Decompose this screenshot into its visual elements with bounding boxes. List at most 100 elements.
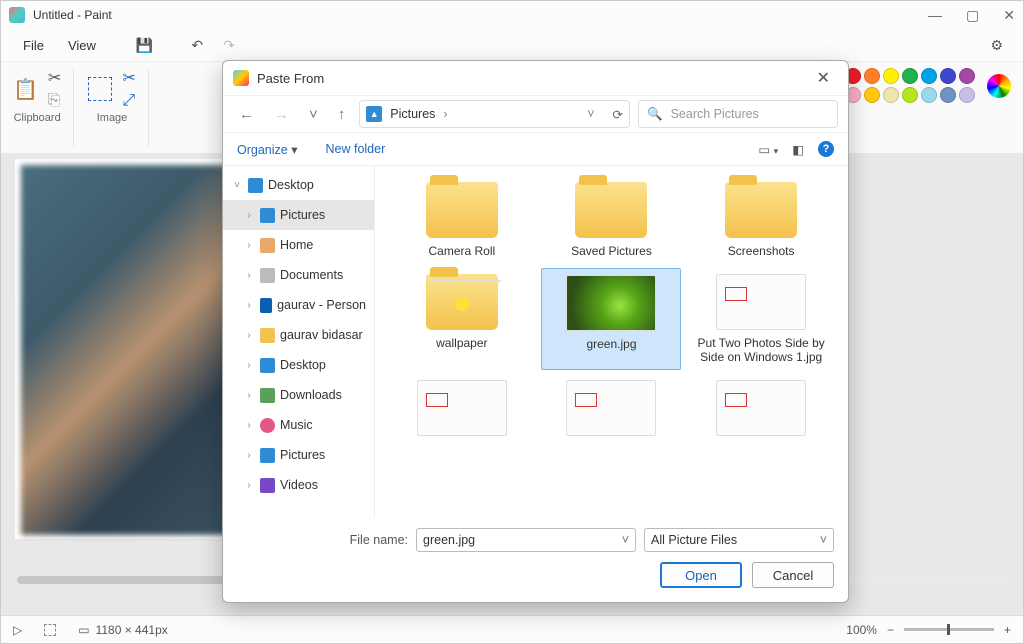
tree-item[interactable]: ›Pictures	[223, 440, 374, 470]
copy-icon[interactable]: ⎘	[48, 92, 61, 110]
menu-file[interactable]: File	[13, 34, 54, 57]
breadcrumb-location: Pictures	[390, 107, 435, 121]
folder-icon	[426, 182, 498, 238]
file-item[interactable]: Camera Roll	[392, 176, 532, 264]
tree-item[interactable]: ˅ Desktop	[223, 170, 374, 200]
file-item[interactable]	[392, 374, 532, 448]
color-wheel-icon[interactable]	[987, 74, 1011, 98]
paste-from-dialog: Paste From ✕ ← → ˅ ↑ ▲ Pictures › ˅ ⟳ 🔍 …	[222, 60, 849, 603]
file-item[interactable]: green.jpg	[541, 268, 681, 370]
refresh-icon[interactable]: ⟳	[613, 107, 623, 122]
tree-item[interactable]: ›Music	[223, 410, 374, 440]
pictures-location-icon: ▲	[366, 106, 382, 122]
new-folder-button[interactable]: New folder	[326, 142, 386, 156]
cut-icon[interactable]: ✂	[48, 68, 61, 88]
filename-label: File name:	[350, 533, 408, 547]
save-icon[interactable]: 💾	[128, 33, 161, 58]
help-icon[interactable]: ?	[818, 141, 834, 157]
minimize-icon[interactable]: —	[928, 7, 942, 24]
search-icon: 🔍	[647, 107, 663, 122]
folder-icon	[260, 448, 275, 463]
tree-item[interactable]: ›Home	[223, 230, 374, 260]
color-swatch[interactable]	[959, 87, 975, 103]
color-swatch[interactable]	[883, 68, 899, 84]
tree-item[interactable]: ›Downloads	[223, 380, 374, 410]
chevron-icon: ›	[243, 360, 255, 371]
search-input[interactable]: 🔍 Search Pictures	[638, 100, 838, 128]
zoom-slider[interactable]	[904, 628, 994, 631]
folder-icon	[260, 268, 275, 283]
color-swatch[interactable]	[921, 87, 937, 103]
color-swatch[interactable]	[959, 68, 975, 84]
cursor-tool-icon: ▷	[13, 623, 22, 637]
title-bar: Untitled - Paint — ▢ ✕	[1, 1, 1023, 29]
tree-item[interactable]: › Desktop	[223, 350, 374, 380]
settings-icon[interactable]: ⚙	[982, 33, 1011, 58]
tree-item[interactable]: ›Videos	[223, 470, 374, 500]
nav-back-icon[interactable]: ←	[233, 102, 260, 127]
undo-icon[interactable]: ↶	[183, 33, 211, 58]
file-label: green.jpg	[586, 337, 636, 351]
open-button[interactable]: Open	[660, 562, 742, 588]
tree-item-label: Documents	[280, 268, 343, 282]
select-icon[interactable]	[88, 77, 112, 101]
file-item[interactable]	[691, 374, 831, 448]
file-item[interactable]: Screenshots	[691, 176, 831, 264]
color-swatch[interactable]	[902, 68, 918, 84]
tree-item-label: Desktop	[268, 178, 314, 192]
dialog-nav: ← → ˅ ↑ ▲ Pictures › ˅ ⟳ 🔍 Search Pictur…	[223, 95, 848, 133]
nav-forward-icon[interactable]: →	[268, 102, 295, 127]
view-mode-button[interactable]: ▭ ▾	[758, 142, 778, 157]
chevron-icon: ˅	[231, 180, 243, 191]
maximize-icon[interactable]: ▢	[966, 7, 979, 24]
dialog-close-button[interactable]: ✕	[809, 66, 838, 90]
folder-icon	[725, 182, 797, 238]
breadcrumb-dropdown-icon[interactable]: ˅	[587, 107, 594, 121]
color-swatch[interactable]	[902, 87, 918, 103]
crop-icon[interactable]: ✂	[122, 68, 135, 88]
color-swatch[interactable]	[940, 87, 956, 103]
tree-item-label: Downloads	[280, 388, 342, 402]
redo-icon[interactable]: ↷	[215, 33, 243, 58]
file-item[interactable]: wallpaper	[392, 268, 532, 370]
ribbon-clipboard: 📋 ✂ ⎘ Clipboard	[1, 68, 74, 147]
tree-item[interactable]: ›Pictures	[223, 200, 374, 230]
nav-up-icon[interactable]: ↑	[332, 102, 352, 127]
file-item[interactable]: Saved Pictures	[541, 176, 681, 264]
chevron-right-icon: ›	[443, 107, 447, 121]
image-thumbnail	[716, 380, 806, 436]
folder-icon	[260, 388, 275, 403]
close-icon[interactable]: ✕	[1003, 7, 1015, 24]
color-swatch[interactable]	[940, 68, 956, 84]
color-swatch[interactable]	[883, 87, 899, 103]
paste-icon[interactable]: 📋	[13, 77, 38, 102]
tree-item-label: gaurav bidasar	[280, 328, 363, 342]
zoom-out-button[interactable]: −	[887, 623, 894, 637]
filetype-filter[interactable]: All Picture Files˅	[644, 528, 834, 552]
chevron-icon: ›	[243, 270, 255, 281]
folder-icon	[260, 418, 275, 433]
menu-view[interactable]: View	[58, 34, 106, 57]
window-title: Untitled - Paint	[33, 8, 112, 22]
tree-item-label: Pictures	[280, 208, 325, 222]
organize-button[interactable]: Organize ▾	[237, 142, 298, 157]
tree-item[interactable]: › Documents	[223, 260, 374, 290]
resize-icon[interactable]: ⤢	[122, 92, 135, 110]
tree-item-label: Pictures	[280, 448, 325, 462]
tree-item-label: Desktop	[280, 358, 326, 372]
preview-pane-button[interactable]: ◧	[792, 142, 804, 157]
color-swatch[interactable]	[864, 87, 880, 103]
file-item[interactable]: Put Two Photos Side by Side on Windows 1…	[691, 268, 831, 370]
color-swatch[interactable]	[921, 68, 937, 84]
breadcrumb[interactable]: ▲ Pictures › ˅ ⟳	[359, 100, 630, 128]
nav-recent-icon[interactable]: ˅	[303, 102, 324, 127]
tree-item[interactable]: ›gaurav - Person	[223, 290, 374, 320]
zoom-in-button[interactable]: +	[1004, 623, 1011, 637]
color-swatch[interactable]	[864, 68, 880, 84]
filename-input[interactable]: green.jpg˅	[416, 528, 636, 552]
tree-item[interactable]: ›gaurav bidasar	[223, 320, 374, 350]
cancel-button[interactable]: Cancel	[752, 562, 834, 588]
ribbon-image: ✂ ⤢ Image	[76, 68, 148, 147]
file-item[interactable]	[541, 374, 681, 448]
tree-item-label: Videos	[280, 478, 318, 492]
